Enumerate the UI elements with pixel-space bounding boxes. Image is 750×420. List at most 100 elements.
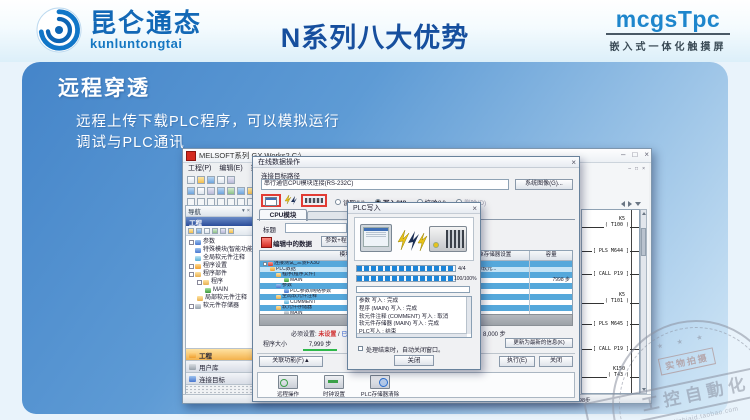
- program-icon: [284, 278, 289, 282]
- project-icon: [268, 262, 273, 266]
- related-functions-panel: 远程操作 时钟设置 PLC存储器清除: [257, 372, 575, 398]
- open-project-icon[interactable]: [197, 176, 205, 184]
- plc-write-close-button[interactable]: 关闭: [394, 355, 434, 366]
- child-window-controls: – □ ×: [628, 166, 645, 172]
- ladder-editor[interactable]: K5( T100 ) [ PLS M644 ] [ CALL P19 ] K5(…: [581, 209, 640, 394]
- ladder-scrollbar[interactable]: [640, 209, 647, 394]
- navigation-header: 导航 ▾ ×: [186, 206, 252, 217]
- intro-line-2: 调试与PLC通讯: [76, 131, 185, 152]
- tree-item-parameter[interactable]: 参数: [186, 238, 252, 246]
- log-line: 参数 写入 : 完成: [357, 297, 471, 305]
- log-horizontal-scrollbar[interactable]: [357, 333, 467, 337]
- tree-item-device-memory[interactable]: 软元件存储器: [186, 302, 252, 310]
- child-minimize-button[interactable]: –: [628, 166, 631, 172]
- tree-item-program[interactable]: 程序: [186, 278, 252, 286]
- maximize-button[interactable]: □: [632, 150, 637, 159]
- folder-icon: [270, 267, 275, 271]
- panel-close-icon[interactable]: ×: [247, 208, 250, 214]
- dialog-close-button[interactable]: ×: [571, 157, 576, 168]
- tree-item-local-comment[interactable]: 局部软元件注释: [186, 294, 252, 302]
- log-vertical-scrollbar[interactable]: [466, 297, 471, 334]
- plc-write-titlebar: PLC写入: [348, 203, 480, 214]
- tree-item-program-setting[interactable]: 程序设置: [186, 262, 252, 270]
- scroll-up-icon[interactable]: [642, 212, 646, 215]
- dialog-close-action-button[interactable]: 关闭: [539, 356, 573, 367]
- nav-toolbar-icon[interactable]: [212, 228, 218, 234]
- kunlun-swirl-icon: [36, 7, 82, 53]
- save-project-icon[interactable]: [207, 176, 215, 184]
- parameter-icon: [276, 284, 281, 288]
- nav-toolbar-icon[interactable]: [228, 228, 234, 234]
- log-line: 程序 (MAIN) 写入 : 完成: [357, 305, 471, 313]
- minimize-button[interactable]: –: [621, 150, 625, 159]
- ladder-rung-t101: K5( T101 ): [582, 292, 630, 304]
- clock-setting-item[interactable]: 时钟设置: [312, 375, 356, 398]
- nav-toolbar-icon[interactable]: [220, 228, 226, 234]
- print-icon[interactable]: [217, 176, 225, 184]
- nav-tab-project[interactable]: 工程: [186, 348, 252, 360]
- related-functions-button[interactable]: 关联功能(F)▲: [259, 356, 323, 367]
- paste-icon[interactable]: [227, 176, 235, 184]
- ladder-tab-scroller[interactable]: [621, 201, 641, 207]
- total-capacity: 8,000 步: [483, 329, 506, 338]
- nav-toolbar-icon[interactable]: [196, 228, 202, 234]
- plc-module-icon: [301, 194, 327, 207]
- system-image-button[interactable]: 系统图像(G)...: [515, 179, 573, 190]
- plc-memory-clear-item[interactable]: PLC存储器清除: [358, 375, 402, 398]
- toolbar-icon[interactable]: [237, 187, 245, 195]
- toolbar-icon[interactable]: [187, 187, 195, 195]
- progress-bar-files: [356, 265, 456, 272]
- ladder-rung-call-p19: [ CALL P19 ]: [582, 271, 630, 277]
- program-size-line: 程序大小 7,999 步: [263, 339, 337, 351]
- ladder-rung-pls-m644: [ PLS M644 ]: [582, 248, 630, 254]
- navigation-title: 导航: [188, 206, 201, 216]
- tree-item-main[interactable]: MAIN: [186, 286, 252, 294]
- close-button[interactable]: ×: [644, 150, 649, 159]
- pc-connection-icon: [261, 194, 281, 207]
- connection-path-field[interactable]: 串行通信CPU模块连接(RS-232C): [261, 179, 509, 190]
- scroll-down-icon[interactable]: [642, 388, 646, 391]
- toolbar-icon[interactable]: [197, 187, 205, 195]
- refresh-info-button[interactable]: 更新为最新的信息(K): [505, 338, 573, 348]
- execute-button[interactable]: 执行(E): [499, 356, 535, 367]
- nav-tab-user-library[interactable]: 用户库: [186, 360, 252, 372]
- remote-operation-item[interactable]: 远程操作: [266, 375, 310, 398]
- tree-item-pou[interactable]: 程序部件: [186, 270, 252, 278]
- editing-data-icon: [261, 237, 272, 248]
- scrollbar-thumb[interactable]: [641, 228, 646, 256]
- toolbar-icon[interactable]: [217, 187, 225, 195]
- required-value: 未设置: [318, 332, 336, 338]
- folder-icon: [197, 296, 203, 301]
- setting-icon: [195, 264, 201, 269]
- window-controls: – □ ×: [621, 150, 649, 159]
- toolbar-icon[interactable]: [207, 187, 215, 195]
- row-checkbox[interactable]: [263, 262, 267, 266]
- nav-toolbar-icon[interactable]: [204, 228, 210, 234]
- child-restore-button[interactable]: □: [635, 166, 638, 172]
- auto-close-label: 处理结束时，自动关闭窗口。: [366, 345, 444, 354]
- menu-project[interactable]: 工程(P): [188, 163, 211, 173]
- folder-icon: [276, 295, 281, 299]
- write-log-list[interactable]: 参数 写入 : 完成 程序 (MAIN) 写入 : 完成 软元件注释 (COMM…: [356, 296, 472, 338]
- plc-write-close-icon[interactable]: ×: [472, 203, 477, 214]
- project-section-bar: 工程: [186, 217, 252, 226]
- tab-scroll-right-icon[interactable]: [628, 201, 632, 207]
- tab-list-dropdown-icon[interactable]: [635, 202, 641, 206]
- title-field[interactable]: [285, 223, 347, 233]
- child-close-button[interactable]: ×: [642, 166, 645, 172]
- tree-item-special-module[interactable]: 特殊模块(智能功能模块): [186, 246, 252, 254]
- tree-item-global-comment[interactable]: 全局软元件注释: [186, 254, 252, 262]
- nav-tab-connection[interactable]: 连接目标: [186, 372, 252, 384]
- new-project-icon[interactable]: [187, 176, 195, 184]
- menu-edit[interactable]: 编辑(E): [219, 163, 242, 173]
- auto-close-checkbox[interactable]: [358, 346, 363, 351]
- tab-scroll-left-icon[interactable]: [621, 201, 625, 207]
- panel-dropdown-icon[interactable]: ▾: [242, 208, 245, 214]
- connection-tab-icon: [189, 376, 196, 382]
- plc-device-icon: [429, 226, 467, 252]
- computer-icon: [360, 224, 392, 252]
- navigation-toolbar: [186, 226, 252, 236]
- toolbar-icon[interactable]: [227, 187, 235, 195]
- nav-expander-strip[interactable]: [186, 384, 252, 394]
- nav-toolbar-icon[interactable]: [188, 228, 194, 234]
